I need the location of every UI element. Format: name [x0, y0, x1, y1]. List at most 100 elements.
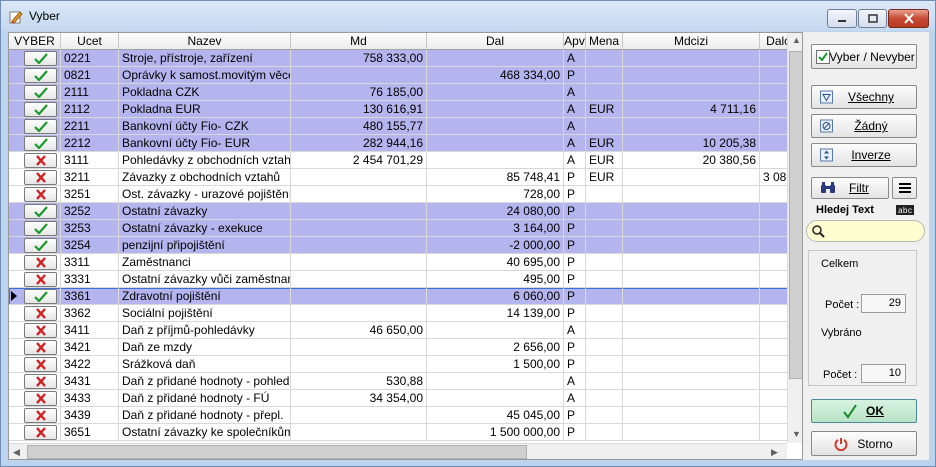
md-cell[interactable]: 480 155,77 [291, 118, 427, 135]
vyber-cell[interactable] [9, 339, 61, 356]
md-cell[interactable] [291, 220, 427, 237]
table-row[interactable]: 3421 Daň ze mzdy 2 656,00 P [9, 339, 800, 356]
dal-cell[interactable]: 2 656,00 [427, 339, 564, 356]
mena-cell[interactable]: EUR [586, 135, 623, 152]
column-header-ucet[interactable]: Ucet [61, 33, 119, 50]
nazev-cell[interactable]: Zdravotní pojištění [119, 288, 291, 305]
ucet-cell[interactable]: 3361 [61, 288, 119, 305]
md-cell[interactable] [291, 186, 427, 203]
mdcizi-cell[interactable] [623, 407, 760, 424]
ucet-cell[interactable]: 3331 [61, 271, 119, 288]
vertical-scrollbar[interactable]: ▲ ▼ [787, 33, 802, 443]
md-cell[interactable] [291, 237, 427, 254]
cancel-button[interactable]: Storno [811, 431, 917, 456]
vyber-cell[interactable] [9, 220, 61, 237]
table-row[interactable]: 3361 Zdravotní pojištění 6 060,00 P [9, 288, 800, 305]
table-row[interactable]: 0821 Oprávky k samost.movitým věce 468 334… [9, 67, 800, 84]
mdcizi-cell[interactable] [623, 305, 760, 322]
table-row[interactable]: 3433 Daň z přidané hodnoty - FÚ 34 354,00 A [9, 390, 800, 407]
md-cell[interactable]: 130 616,91 [291, 101, 427, 118]
md-cell[interactable]: 530,88 [291, 373, 427, 390]
ucet-cell[interactable]: 3439 [61, 407, 119, 424]
selected-check-icon[interactable] [24, 102, 57, 117]
menu-button[interactable] [892, 177, 917, 199]
apv-cell[interactable]: A [564, 101, 586, 118]
nazev-cell[interactable]: Srážková daň [119, 356, 291, 373]
horizontal-scroll-thumb[interactable] [27, 445, 527, 459]
mena-cell[interactable]: EUR [586, 169, 623, 186]
mdcizi-cell[interactable]: 20 380,56 [623, 152, 760, 169]
mena-cell[interactable]: EUR [586, 152, 623, 169]
dal-cell[interactable]: -2 000,00 [427, 237, 564, 254]
mena-cell[interactable] [586, 339, 623, 356]
vyber-cell[interactable] [9, 50, 61, 67]
nazev-cell[interactable]: Bankovní účty Fio- CZK [119, 118, 291, 135]
ucet-cell[interactable]: 2211 [61, 118, 119, 135]
vyber-cell[interactable] [9, 152, 61, 169]
nazev-cell[interactable]: Ostatní závazky vůči zaměstnan [119, 271, 291, 288]
ucet-cell[interactable]: 3651 [61, 424, 119, 441]
selected-check-icon[interactable] [24, 238, 57, 253]
mena-cell[interactable] [586, 118, 623, 135]
table-row[interactable]: 3311 Zaměstnanci 40 695,00 P [9, 254, 800, 271]
table-row[interactable]: 3111 Pohledávky z obchodních vztahů 2 454 … [9, 152, 800, 169]
vyber-cell[interactable] [9, 84, 61, 101]
ucet-cell[interactable]: 2111 [61, 84, 119, 101]
column-header-mena[interactable]: Mena [586, 33, 623, 50]
dal-cell[interactable]: 1 500,00 [427, 356, 564, 373]
vyber-cell[interactable] [9, 356, 61, 373]
accounts-grid[interactable]: VYBER Ucet Nazev Md Dal Apv Mena Mdcizi Dalci 02… [8, 32, 803, 460]
unselected-cross-icon[interactable] [24, 187, 57, 202]
table-row[interactable]: 3252 Ostatní závazky 24 080,00 P [9, 203, 800, 220]
scroll-down-icon[interactable]: ▼ [792, 429, 801, 439]
ucet-cell[interactable]: 3422 [61, 356, 119, 373]
nazev-cell[interactable]: Pokladna EUR [119, 101, 291, 118]
unselected-cross-icon[interactable] [24, 272, 57, 287]
table-row[interactable]: 2112 Pokladna EUR 130 616,91 A EUR 4 711,16 [9, 101, 800, 118]
nazev-cell[interactable]: penzijní připojištění [119, 237, 291, 254]
scroll-up-icon[interactable]: ▲ [792, 35, 801, 45]
md-cell[interactable]: 2 454 701,29 [291, 152, 427, 169]
mena-cell[interactable]: EUR [586, 101, 623, 118]
mena-cell[interactable] [586, 424, 623, 441]
unselected-cross-icon[interactable] [24, 408, 57, 423]
ucet-cell[interactable]: 3362 [61, 305, 119, 322]
md-cell[interactable] [291, 407, 427, 424]
table-row[interactable]: 3331 Ostatní závazky vůči zaměstnan 495,00… [9, 271, 800, 288]
mdcizi-cell[interactable]: 10 205,38 [623, 135, 760, 152]
md-cell[interactable]: 46 650,00 [291, 322, 427, 339]
unselected-cross-icon[interactable] [24, 170, 57, 185]
mena-cell[interactable] [586, 407, 623, 424]
dal-cell[interactable] [427, 50, 564, 67]
scroll-left-icon[interactable]: ◀ [13, 447, 20, 458]
apv-cell[interactable]: P [564, 254, 586, 271]
ucet-cell[interactable]: 3254 [61, 237, 119, 254]
md-cell[interactable]: 76 185,00 [291, 84, 427, 101]
mdcizi-cell[interactable] [623, 424, 760, 441]
dal-cell[interactable]: 45 045,00 [427, 407, 564, 424]
mena-cell[interactable] [586, 84, 623, 101]
minimize-button[interactable] [827, 9, 857, 28]
mdcizi-cell[interactable] [623, 118, 760, 135]
nazev-cell[interactable]: Daň z přidané hodnoty - pohled [119, 373, 291, 390]
column-header-apv[interactable]: Apv [564, 33, 586, 50]
maximize-button[interactable] [858, 9, 887, 28]
ucet-cell[interactable]: 0221 [61, 50, 119, 67]
mdcizi-cell[interactable] [623, 84, 760, 101]
ucet-cell[interactable]: 3411 [61, 322, 119, 339]
vyber-cell[interactable] [9, 322, 61, 339]
mena-cell[interactable] [586, 50, 623, 67]
vyber-cell[interactable] [9, 390, 61, 407]
dal-cell[interactable] [427, 118, 564, 135]
selected-check-icon[interactable] [24, 51, 57, 66]
md-cell[interactable] [291, 203, 427, 220]
table-row[interactable]: 3253 Ostatní závazky - exekuce 3 164,00 P [9, 220, 800, 237]
search-box[interactable] [806, 220, 925, 242]
table-row[interactable]: 3362 Sociální pojištění 14 139,00 P [9, 305, 800, 322]
vyber-cell[interactable] [9, 254, 61, 271]
md-cell[interactable]: 758 333,00 [291, 50, 427, 67]
vyber-cell[interactable] [9, 118, 61, 135]
apv-cell[interactable]: P [564, 305, 586, 322]
apv-cell[interactable]: A [564, 84, 586, 101]
horizontal-scrollbar[interactable]: ◀ ▶ [9, 443, 787, 459]
